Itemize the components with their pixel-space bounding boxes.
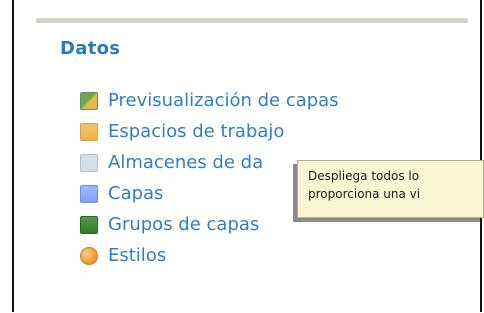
menu-item-label: Almacenes de da: [108, 152, 264, 173]
datastore-icon: [80, 153, 98, 172]
menu-item-label: Grupos de capas: [108, 214, 260, 235]
menu-item-label: Estilos: [108, 245, 167, 266]
folder-workspaces-icon: [80, 122, 98, 141]
tooltip: Despliega todos lo proporciona una vi: [297, 160, 484, 218]
tooltip-line-1: Despliega todos lo: [308, 169, 420, 183]
map-preview-icon: [80, 91, 98, 110]
menu-item-workspaces[interactable]: Espacios de trabajo: [80, 116, 339, 147]
layers-icon: [80, 184, 98, 203]
menu-item-layer-preview[interactable]: Previsualización de capas: [80, 85, 339, 116]
tooltip-line-2: proporciona una vi: [308, 187, 421, 201]
styles-icon: [80, 246, 98, 265]
menu-item-styles[interactable]: Estilos: [80, 240, 339, 271]
menu-item-label: Capas: [108, 183, 164, 204]
top-divider: [36, 18, 468, 23]
section-title: Datos: [60, 38, 121, 59]
menu-item-label: Previsualización de capas: [108, 90, 339, 111]
menu-item-label: Espacios de trabajo: [108, 121, 285, 142]
layer-groups-icon: [80, 215, 98, 234]
